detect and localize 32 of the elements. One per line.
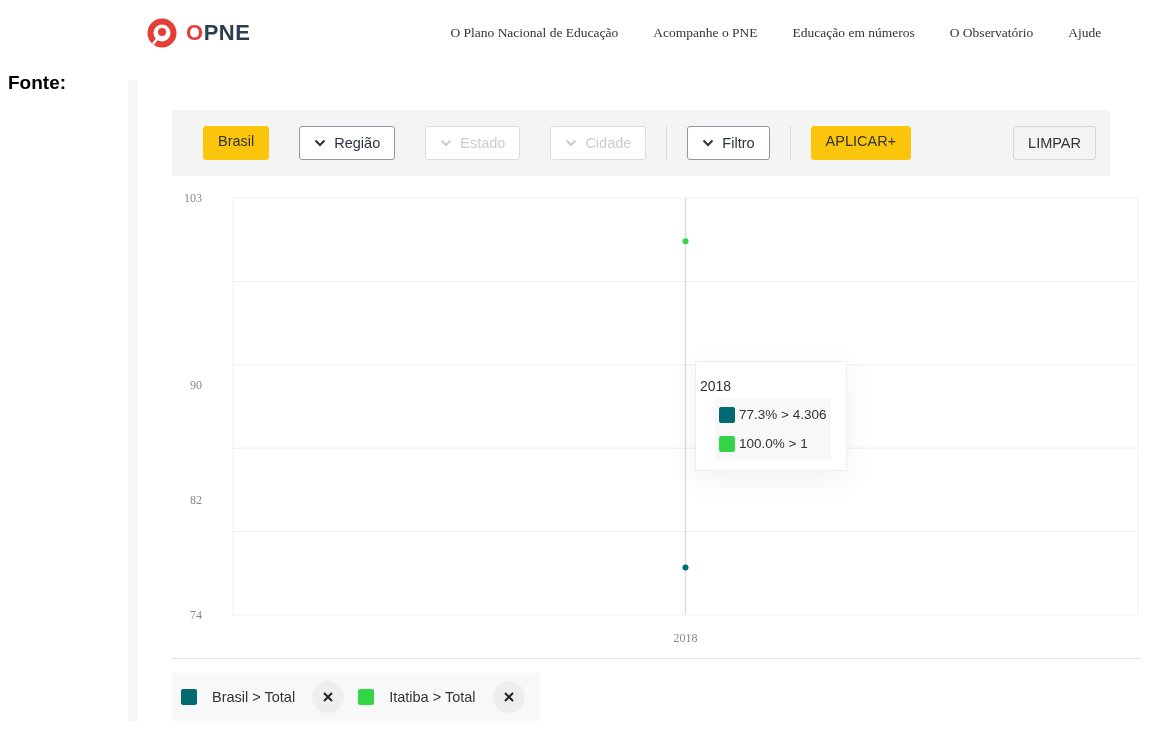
tooltip-value: 100.0% > 1 bbox=[739, 436, 808, 451]
data-point[interactable] bbox=[682, 564, 689, 571]
logo-text[interactable]: OPNE bbox=[186, 19, 251, 46]
x-tick-label: 2018 bbox=[673, 631, 698, 645]
close-icon bbox=[503, 692, 514, 702]
legend-label: Itatiba > Total bbox=[389, 689, 476, 705]
tooltip-value: 77.3% > 4.306 bbox=[739, 407, 827, 422]
caret-icon bbox=[440, 139, 453, 147]
legend-label: Brasil > Total bbox=[212, 689, 296, 705]
nav-link[interactable]: O Observatório bbox=[949, 24, 1034, 41]
caret-icon bbox=[314, 139, 327, 147]
remove-button[interactable] bbox=[312, 681, 345, 713]
nav-link[interactable]: O Plano Nacional de Educação bbox=[450, 24, 619, 41]
y-tick-label: 103 bbox=[184, 191, 202, 205]
nav-link[interactable]: Educação em números bbox=[792, 24, 915, 41]
caret-icon bbox=[565, 139, 578, 147]
side-label: Fonte: bbox=[7, 71, 68, 94]
caret-icon bbox=[702, 139, 715, 147]
apply-button[interactable]: APLICAR+ bbox=[810, 126, 912, 160]
nav-link[interactable]: Acompanhe o PNE bbox=[653, 24, 758, 41]
clear-button[interactable]: LIMPAR bbox=[1013, 126, 1096, 160]
y-tick-label: 74 bbox=[190, 608, 202, 622]
dropdown-button[interactable]: Filtro bbox=[687, 126, 770, 160]
close-icon bbox=[323, 692, 334, 702]
dropdown-button[interactable]: Região bbox=[299, 126, 396, 160]
y-tick-label: 90 bbox=[190, 377, 202, 392]
remove-button[interactable] bbox=[492, 681, 525, 713]
nav-link[interactable]: Ajude bbox=[1068, 24, 1102, 41]
logo-icon[interactable] bbox=[147, 17, 177, 48]
tooltip-title: 2018 bbox=[700, 378, 733, 394]
region-button[interactable]: Brasil bbox=[203, 126, 270, 160]
y-tick-label: 82 bbox=[190, 492, 202, 507]
